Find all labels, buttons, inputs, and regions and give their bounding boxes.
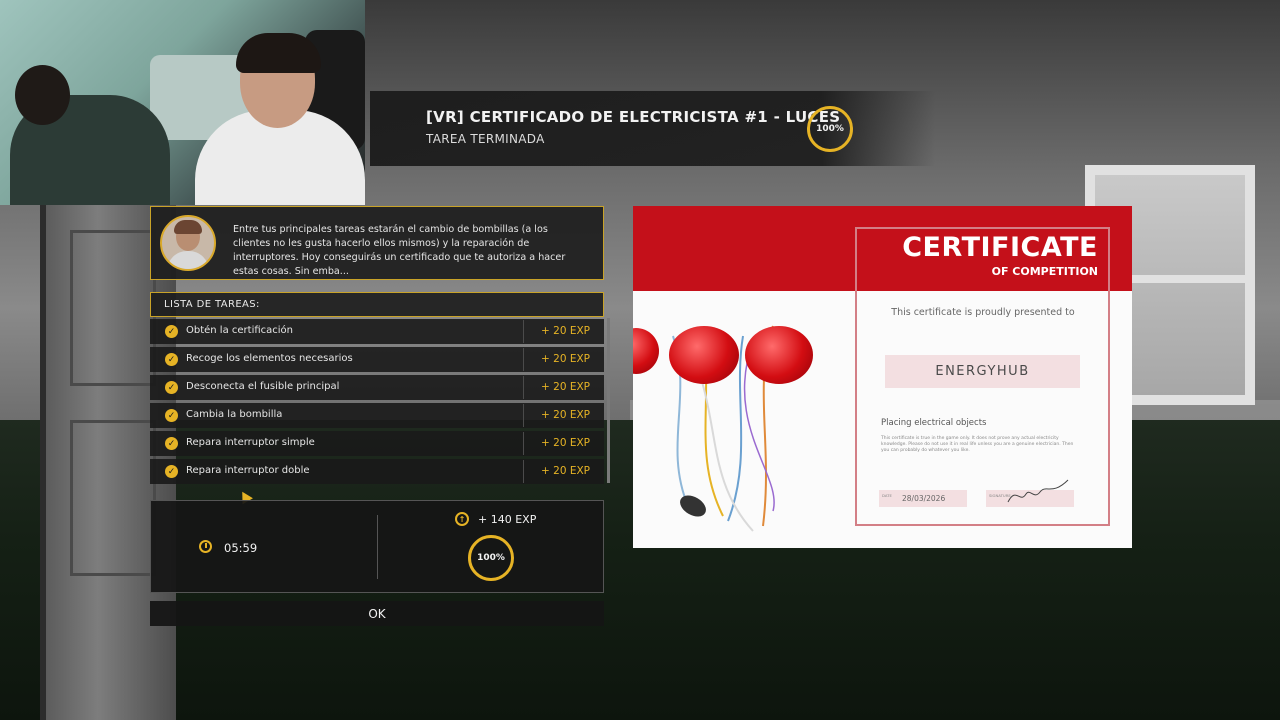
task-label: Obtén la certificación [186,325,294,336]
mission-banner: [VR] CERTIFICADO DE ELECTRICISTA #1 - LU… [370,91,935,166]
task-divider [523,432,524,455]
signature-image [1007,479,1069,503]
mission-description: Entre tus principales tareas estarán el … [233,224,566,277]
mission-time: 05:59 [224,541,258,555]
check-circle-icon: ✓ [165,353,178,366]
certificate-date-box: DATE 28/03/2026 [879,490,967,507]
red-socket-image [745,326,813,384]
task-row: ✓ Desconecta el fusible principal + 20 E… [150,375,604,400]
task-divider [523,404,524,427]
certificate-course: Placing electrical objects [881,418,987,428]
task-divider [523,348,524,371]
portrait-hair [174,220,202,234]
check-circle-icon: ✓ [165,325,178,338]
webcam-person-right-hair [236,33,321,73]
task-exp: + 20 EXP [541,381,590,393]
task-label: Repara interruptor doble [186,465,310,476]
certificate-presented-to: This certificate is proudly presented to [891,307,1075,318]
certificate: CERTIFICATE OF COMPETITION This certific… [633,206,1132,548]
task-list-title: LISTA DE TAREAS: [164,299,260,310]
task-exp: + 20 EXP [541,465,590,477]
task-divider [523,320,524,343]
mission-title: [VR] CERTIFICADO DE ELECTRICISTA #1 - LU… [426,108,841,126]
certificate-date: 28/03/2026 [902,494,946,503]
task-exp: + 20 EXP [541,437,590,449]
certificate-signature-box: SIGNATURE [986,479,1074,507]
task-row: ✓ Cambia la bombilla + 20 EXP [150,403,604,428]
certificate-recipient: ENERGYHUB [885,355,1080,388]
mission-progress-ring: 100% [807,106,853,152]
certificate-subtitle: OF COMPETITION [991,265,1098,278]
ok-button[interactable]: OK [150,601,604,626]
door-panel [70,230,156,386]
total-exp: + 140 EXP [478,513,537,526]
check-circle-icon: ✓ [165,465,178,478]
task-row: ✓ Obtén la certificación + 20 EXP [150,319,604,344]
summary-divider [377,515,378,579]
task-label: Desconecta el fusible principal [186,381,340,392]
mission-description-panel: Entre tus principales tareas estarán el … [150,206,604,280]
task-divider [523,460,524,483]
check-circle-icon: ✓ [165,381,178,394]
xp-up-arrow-icon: ↑ [455,512,469,526]
npc-portrait [160,215,216,271]
certificate-title: CERTIFICATE [902,232,1098,263]
task-label: Recoge los elementos necesarios [186,353,353,364]
task-divider [523,376,524,399]
webcam-person-left-head [15,65,70,125]
door-panel [70,420,156,576]
task-label: Repara interruptor simple [186,437,315,448]
task-exp: + 20 EXP [541,353,590,365]
check-circle-icon: ✓ [165,409,178,422]
mission-status: TAREA TERMINADA [426,132,545,146]
task-row: ✓ Repara interruptor simple + 20 EXP [150,431,604,456]
task-exp: + 20 EXP [541,409,590,421]
mission-summary-panel: 05:59 ↑ + 140 EXP 100% [150,500,604,593]
task-list-header: LISTA DE TAREAS: [150,292,604,317]
red-socket-image [669,326,739,384]
task-list-scrollbar[interactable] [607,318,610,483]
certificate-date-label: DATE [882,493,892,498]
task-exp: + 20 EXP [541,325,590,337]
check-circle-icon: ✓ [165,437,178,450]
certificate-fine-print: This certificate is true in the game onl… [881,436,1074,453]
task-row: ✓ Repara interruptor doble + 20 EXP [150,459,604,484]
clock-icon [199,540,212,553]
portrait-body [167,251,209,269]
summary-progress-ring: 100% [468,535,514,581]
task-label: Cambia la bombilla [186,409,283,420]
webcam-overlay [0,0,365,205]
task-row: ✓ Recoge los elementos necesarios + 20 E… [150,347,604,372]
